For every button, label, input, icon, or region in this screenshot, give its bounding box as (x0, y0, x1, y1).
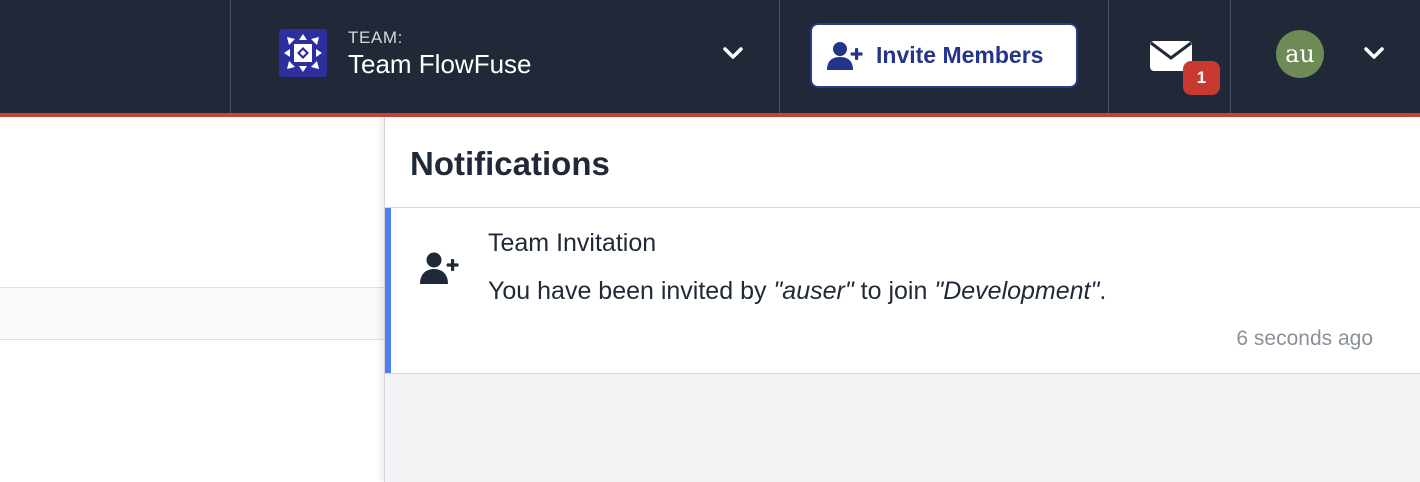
header-divider (230, 0, 231, 113)
team-name: Team FlowFuse (348, 49, 532, 79)
notifications-drawer: Notifications Team Invitation You have b… (384, 117, 1420, 482)
notification-unread-indicator (385, 208, 391, 373)
notification-count-badge: 1 (1183, 61, 1220, 95)
header-divider (779, 0, 780, 113)
message-text: . (1099, 277, 1107, 305)
inviter-name: "auser" (773, 277, 854, 305)
invited-team-name: "Development" (934, 277, 1100, 305)
notification-title: Team Invitation (488, 229, 657, 257)
message-text: You have been invited by (488, 277, 774, 305)
user-avatar[interactable]: au (1276, 30, 1324, 78)
notifications-title: Notifications (410, 145, 610, 182)
chevron-down-icon[interactable] (1361, 40, 1387, 66)
notification-timestamp: 6 seconds ago (1236, 327, 1373, 350)
notification-item[interactable]: Team Invitation You have been invited by… (385, 208, 1420, 374)
team-label: TEAM: (348, 28, 403, 47)
invite-members-button[interactable]: Invite Members (810, 23, 1078, 88)
header-divider (1230, 0, 1231, 113)
team-logo-icon (279, 29, 327, 77)
user-plus-icon (827, 40, 863, 72)
drawer-header: Notifications (385, 117, 1420, 208)
top-navigation-bar: TEAM: Team FlowFuse Invite Members 1 au (0, 0, 1420, 113)
message-text: to join (853, 277, 935, 305)
invite-members-label: Invite Members (876, 42, 1044, 68)
header-divider (1108, 0, 1109, 113)
notification-message: You have been invited by "auser" to join… (488, 277, 1106, 306)
background-table-row (0, 287, 384, 340)
chevron-down-icon[interactable] (718, 38, 748, 68)
user-plus-icon (420, 252, 459, 284)
